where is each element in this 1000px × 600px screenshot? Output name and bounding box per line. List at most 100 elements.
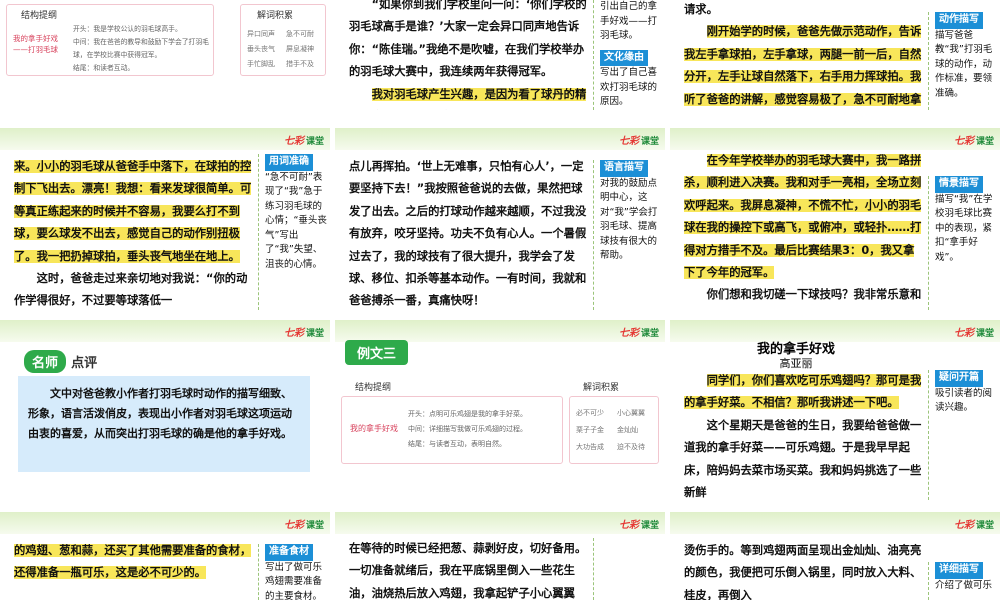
vocab-word: 大功告成 (576, 443, 604, 451)
vocab-title: 解词积累 (583, 383, 620, 393)
highlight: 的鸡翅、葱和蒜，还买了其他需要准备的食材，还得准备一瓶可乐，这是必不可少的。 (14, 544, 252, 580)
body-text: 来。小小的羽毛球从爸爸手中落下，在球拍的控制下飞出去。漂亮！我想：看来发球很简单… (14, 156, 252, 310)
side-text: 对我的鼓励点明中心，这对“我”学会打羽毛球、提高球技有很大的帮助。 (600, 177, 658, 262)
brand-logo: 七彩 课堂 (953, 328, 994, 339)
annotation-tag: 疑问开篇 (935, 370, 983, 387)
slide-r3c1: 七彩 课堂 名师 点评 文中对爸爸教小作者打羽毛球时动作的描写细致、形象，语言活泼… (0, 320, 330, 500)
side-note: 准备食材 写出了做可乐鸡翅需要准备的主要食材。 (258, 544, 328, 600)
body-text: 点儿再挥拍。‘世上无难事，只怕有心人’，一定要坚持下去！”我按照爸爸说的去做，果… (349, 156, 587, 310)
header-band (335, 320, 665, 342)
body-text: 在今年学校举办的羽毛球大赛中，我一路拼杀，顺利进入决赛。我和对手一亮相，全场立刻… (684, 150, 922, 310)
vocab-box: 解词积累 异口同声 急不可耐 垂头丧气 屏息凝神 手忙脚乱 措手不及 (240, 4, 326, 76)
side-text: 吸引读者的阅读兴趣。 (935, 387, 993, 414)
struct-root: 我的拿手好戏——打羽毛球 (13, 34, 58, 54)
comment-text: 文中对爸爸教小作者打羽毛球时动作的描写细致、形象，语言活泼俏皮，表现出小作者对羽… (28, 387, 292, 440)
heading-b: 点评 (71, 356, 98, 371)
slide-r1c1: 结构提纲 我的拿手好戏——打羽毛球 开头：我是学校公认的羽毛球高手。 中间：我在… (0, 0, 330, 110)
highlight: 同学们，你们喜欢吃可乐鸡翅吗？那可是我的拿手好菜。不相信？那听我讲述一下吧。 (684, 374, 922, 410)
brand-logo: 七彩 课堂 (953, 136, 994, 147)
slide-r1c3: 请求。 刚开始学的时候，爸爸先做示范动作，告诉我左手拿球拍，左手拿球，两腿一前一… (670, 0, 1000, 110)
vocab-word: 手忙脚乱 (247, 60, 275, 68)
header-band (670, 128, 1000, 150)
annotation-tag: 语言描写 (600, 160, 648, 177)
vocab-word: 迫不及待 (617, 443, 645, 451)
slide-r3c2: 七彩 课堂 例文三 结构提纲 我的拿手好戏 开头：点明可乐鸡翅是我的拿手好菜。 中… (335, 320, 665, 500)
brand-logo: 七彩 课堂 (618, 136, 659, 147)
paragraph: 在今年学校举办的羽毛球大赛中，我一路拼杀，顺利进入决赛。我和对手一亮相，全场立刻… (684, 150, 922, 284)
struct-title: 结构提纲 (355, 383, 392, 393)
side-note: 疑问开篇 吸引读者的阅读兴趣。 (928, 370, 998, 500)
vocab-word: 金灿灿 (617, 426, 638, 434)
brand-logo: 七彩 课堂 (618, 328, 659, 339)
annotation-tag: 详细描写 (935, 562, 983, 579)
side-text: 写出了自己喜欢打羽毛球的原因。 (600, 67, 658, 107)
body-text: 同学们，你们喜欢吃可乐鸡翅吗？那可是我的拿手好菜。不相信？那听我讲述一下吧。 这… (684, 370, 922, 500)
paragraph: 这时，爸爸走过来亲切地对我说：“你的动作学得很好，不过要等球落低一 (14, 272, 248, 308)
annotation-tag: 动作描写 (935, 12, 983, 29)
side-text: 引出自己的拿手好戏——打羽毛球。 (600, 1, 658, 41)
annotation-tag: 准备食材 (265, 544, 313, 561)
paragraph: 在等待的时候已经把葱、蒜剥好皮，切好备用。一切准备就绪后，我在平底锅里倒入一些花… (349, 542, 587, 600)
vocab-word: 异口同声 (247, 30, 275, 38)
slide-r4c2: 七彩 课堂 在等待的时候已经把葱、蒜剥好皮，切好备用。一切准备就绪后，我在平底锅里… (335, 512, 665, 600)
side-note: 情景描写 描写“我”在学校羽毛球比赛中的表现，紧扣“拿手好戏”。 (928, 176, 998, 310)
annotation-tag: 情景描写 (935, 176, 983, 193)
side-note: 动作描写 描写爸爸教“我”打羽毛球的动作，动作标准，要领准确。 (928, 12, 998, 110)
body-text: “如果你到我们学校里问一问：‘你们学校的羽毛球高手是谁？’大家一定会异口同声地告… (349, 0, 587, 110)
body-text: 烫伤手的。等到鸡翅两面呈现出金灿灿、油亮亮的颜色，我便把可乐倒入锅里，同时放入大… (684, 540, 922, 600)
annotation-tag: 文化缘由 (600, 49, 648, 66)
brand-logo: 七彩 课堂 (283, 136, 324, 147)
brand-logo: 七彩 课堂 (953, 520, 994, 531)
highlight: 刚开始学的时候，爸爸先做示范动作，告诉我左手拿球拍，左手拿球，两腿一前一后，自然… (684, 25, 922, 110)
vocab-word: 栗子子金 (576, 426, 604, 434)
side-text: “急不可耐”表现了“我”急于练习羽毛球的心情；“垂头丧气”写出了“我”失望、沮丧… (265, 171, 327, 270)
paragraph: 这个星期天是爸爸的生日，我要给爸爸做一道我的拿手好菜——可乐鸡翅。于是我早早起床… (684, 418, 922, 500)
paragraph: 我对羽毛球产生兴趣，是因为看了球丹的精彩比赛。他那标准的动作真是让人 (349, 84, 587, 110)
body-text: 在等待的时候已经把葱、蒜剥好皮，切好备用。一切准备就绪后，我在平底锅里倒入一些花… (349, 538, 587, 600)
struct-item: 结尾：和读者互动。 (73, 64, 135, 72)
vocab-word: 垂头丧气 (247, 45, 275, 53)
vocab-list: 必不可少 小心翼翼 栗子子金 金灿灿 大功告成 迫不及待 (576, 405, 658, 456)
struct-title: 结构提纲 (21, 11, 58, 21)
paragraph: 请求。 (684, 3, 718, 16)
side-text: 描写爸爸教“我”打羽毛球的动作，动作标准，要领准确。 (935, 29, 993, 99)
struct-item: 开头：点明可乐鸡翅是我的拿手好菜。 (408, 410, 527, 418)
struct-items: 开头：我是学校公认的羽毛球高手。 中间：我在爸爸的教导和鼓励下学会了打羽毛球，在… (73, 23, 213, 75)
paragraph: 来。小小的羽毛球从爸爸手中落下，在球拍的控制下飞出去。漂亮！我想：看来发球很简单… (14, 156, 252, 268)
slide-r2c1: 七彩 课堂 来。小小的羽毛球从爸爸手中落下，在球拍的控制下飞出去。漂亮！我想：看来… (0, 128, 330, 310)
slide-r3c3: 七彩 课堂 我的拿手好戏 高亚丽 同学们，你们喜欢吃可乐鸡翅吗？那可是我的拿手好菜… (670, 320, 1000, 500)
vocab-word: 急不可耐 (286, 30, 314, 38)
slide-r2c2: 七彩 课堂 点儿再挥拍。‘世上无难事，只怕有心人’，一定要坚持下去！”我按照爸爸说… (335, 128, 665, 310)
side-note: 详细描写 介绍了做可乐 (928, 562, 998, 600)
header-band (335, 512, 665, 534)
heading-a: 名师 (24, 350, 67, 373)
paragraph: 同学们，你们喜欢吃可乐鸡翅吗？那可是我的拿手好菜。不相信？那听我讲述一下吧。 (684, 370, 922, 415)
paragraph: 点儿再挥拍。‘世上无难事，只怕有心人’，一定要坚持下去！”我按照爸爸说的去做，果… (349, 160, 587, 308)
vocab-word: 必不可少 (576, 409, 604, 417)
slide-r2c3: 七彩 课堂 在今年学校举办的羽毛球大赛中，我一路拼杀，顺利进入决赛。我和对手一亮相… (670, 128, 1000, 310)
highlight: 在今年学校举办的羽毛球大赛中，我一路拼杀，顺利进入决赛。我和对手一亮相，全场立刻… (684, 154, 922, 280)
header-band (670, 512, 1000, 534)
side-note: 引出自己的拿手好戏——打羽毛球。 文化缘由 写出了自己喜欢打羽毛球的原因。 (593, 0, 663, 110)
side-note: 语言描写 对我的鼓励点明中心，这对“我”学会打羽毛球、提高球技有很大的帮助。 (593, 160, 663, 310)
vocab-word: 屏息凝神 (286, 45, 314, 53)
side-text: 写出了做可乐鸡翅需要准备的主要食材。 (265, 561, 323, 600)
teacher-comment-heading: 名师 点评 (24, 350, 97, 373)
paragraph: 的鸡翅、葱和蒜，还买了其他需要准备的食材，还得准备一瓶可乐，这是必不可少的。 (14, 540, 252, 585)
header-band (335, 128, 665, 150)
structure-box: 结构提纲 我的拿手好戏——打羽毛球 开头：我是学校公认的羽毛球高手。 中间：我在… (6, 4, 214, 76)
vocab-word: 小心翼翼 (617, 409, 645, 417)
side-text: 描写“我”在学校羽毛球比赛中的表现，紧扣“拿手好戏”。 (935, 193, 993, 263)
paragraph: 烫伤手的。等到鸡翅两面呈现出金灿灿、油亮亮的颜色，我便把可乐倒入锅里，同时放入大… (684, 544, 922, 600)
example-banner: 例文三 (345, 340, 409, 365)
struct-items: 开头：点明可乐鸡翅是我的拿手好菜。 中间：详细描写我做可乐鸡翅的过程。 结尾：与… (408, 407, 558, 452)
slide-grid: 结构提纲 我的拿手好戏——打羽毛球 开头：我是学校公认的羽毛球高手。 中间：我在… (0, 0, 1000, 600)
vocab-word: 措手不及 (286, 60, 314, 68)
comment-box: 文中对爸爸教小作者打羽毛球时动作的描写细致、形象，语言活泼俏皮，表现出小作者对羽… (18, 376, 310, 472)
paragraph: “如果你到我们学校里问一问：‘你们学校的羽毛球高手是谁？’大家一定会异口同声地告… (349, 0, 587, 79)
side-note: 用词准确 “急不可耐”表现了“我”急于练习羽毛球的心情；“垂头丧气”写出了“我”… (258, 154, 328, 310)
vocab-box: 解词积累 必不可少 小心翼翼 栗子子金 金灿灿 大功告成 迫不及待 (569, 378, 659, 468)
slide-r4c1: 七彩 课堂 的鸡翅、葱和蒜，还买了其他需要准备的食材，还得准备一瓶可乐，这是必不可… (0, 512, 330, 600)
header-band (0, 320, 330, 342)
side-text: 介绍了做可乐 (935, 579, 993, 591)
